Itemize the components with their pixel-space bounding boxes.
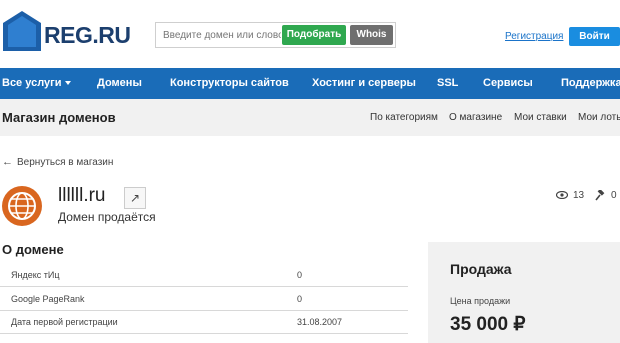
- views-counter: 13: [555, 190, 585, 201]
- whois-button[interactable]: Whois: [350, 25, 393, 45]
- subnav-my-lots[interactable]: Мои лоты: [578, 112, 620, 123]
- nav-all-services[interactable]: Все услуги: [2, 68, 71, 99]
- row-value: 0: [297, 270, 303, 280]
- pick-button[interactable]: Подобрать: [282, 25, 346, 45]
- domain-name: llllll.ru: [58, 185, 106, 206]
- nav-hosting[interactable]: Хостинг и серверы: [312, 68, 416, 99]
- back-to-shop-label: Вернуться в магазин: [17, 157, 114, 168]
- sale-title: Продажа: [450, 261, 512, 277]
- register-link[interactable]: Регистрация: [505, 31, 563, 42]
- nav-site-builders[interactable]: Конструкторы сайтов: [170, 68, 289, 99]
- bids-counter: 0: [595, 188, 617, 202]
- sale-price: 35 000 ₽: [450, 314, 526, 335]
- row-label: Дата первой регистрации: [11, 317, 118, 327]
- back-to-shop-link[interactable]: ← Вернуться в магазин: [2, 156, 113, 168]
- row-label: Яндекс тИц: [11, 270, 60, 280]
- nav-support[interactable]: Поддержка: [561, 68, 620, 99]
- bids-count: 0: [611, 190, 617, 202]
- domain-search-input[interactable]: [157, 24, 281, 46]
- shop-title: Магазин доменов: [2, 110, 116, 125]
- table-row: Google PageRank 0: [0, 288, 408, 311]
- eye-icon: [555, 191, 569, 200]
- row-label: Google PageRank: [11, 294, 85, 304]
- subnav-my-bids[interactable]: Мои ставки: [514, 112, 567, 123]
- logo[interactable]: REG.RU: [2, 10, 131, 54]
- external-link-button[interactable]: ↗: [124, 187, 146, 209]
- chevron-down-icon: [64, 81, 71, 86]
- nav-services[interactable]: Сервисы: [483, 68, 533, 99]
- external-link-icon: ↗: [129, 191, 141, 205]
- sale-panel: Продажа Цена продажи 35 000 ₽: [428, 242, 620, 343]
- main-nav: Все услуги Домены Конструкторы сайтов Хо…: [0, 68, 620, 99]
- arrow-left-icon: ←: [2, 156, 13, 168]
- about-domain-title: О домене: [2, 242, 64, 257]
- shop-subbar: Магазин доменов По категориям О магазине…: [0, 99, 620, 136]
- views-count: 13: [573, 190, 585, 201]
- gavel-icon: [595, 188, 605, 201]
- logo-house-icon: [3, 11, 41, 51]
- domain-search: Подобрать Whois: [155, 22, 396, 48]
- top-header: REG.RU Подобрать Whois Регистрация Войти: [0, 0, 620, 68]
- sale-price-label: Цена продажи: [450, 296, 511, 306]
- logo-text: REG.RU: [44, 22, 131, 48]
- globe-icon: [2, 186, 42, 226]
- login-button[interactable]: Войти: [569, 27, 620, 46]
- nav-ssl[interactable]: SSL: [437, 68, 458, 99]
- row-value: 0: [297, 294, 303, 304]
- row-value: 31.08.2007: [297, 317, 343, 327]
- nav-all-services-label: Все услуги: [2, 77, 62, 89]
- domain-status: Домен продаётся: [58, 210, 156, 224]
- table-row: Яндекс тИц 0: [0, 264, 408, 287]
- nav-domains[interactable]: Домены: [97, 68, 142, 99]
- subnav-about-shop[interactable]: О магазине: [449, 112, 502, 123]
- subnav-categories[interactable]: По категориям: [370, 112, 438, 123]
- table-row: Дата первой регистрации 31.08.2007: [0, 311, 408, 334]
